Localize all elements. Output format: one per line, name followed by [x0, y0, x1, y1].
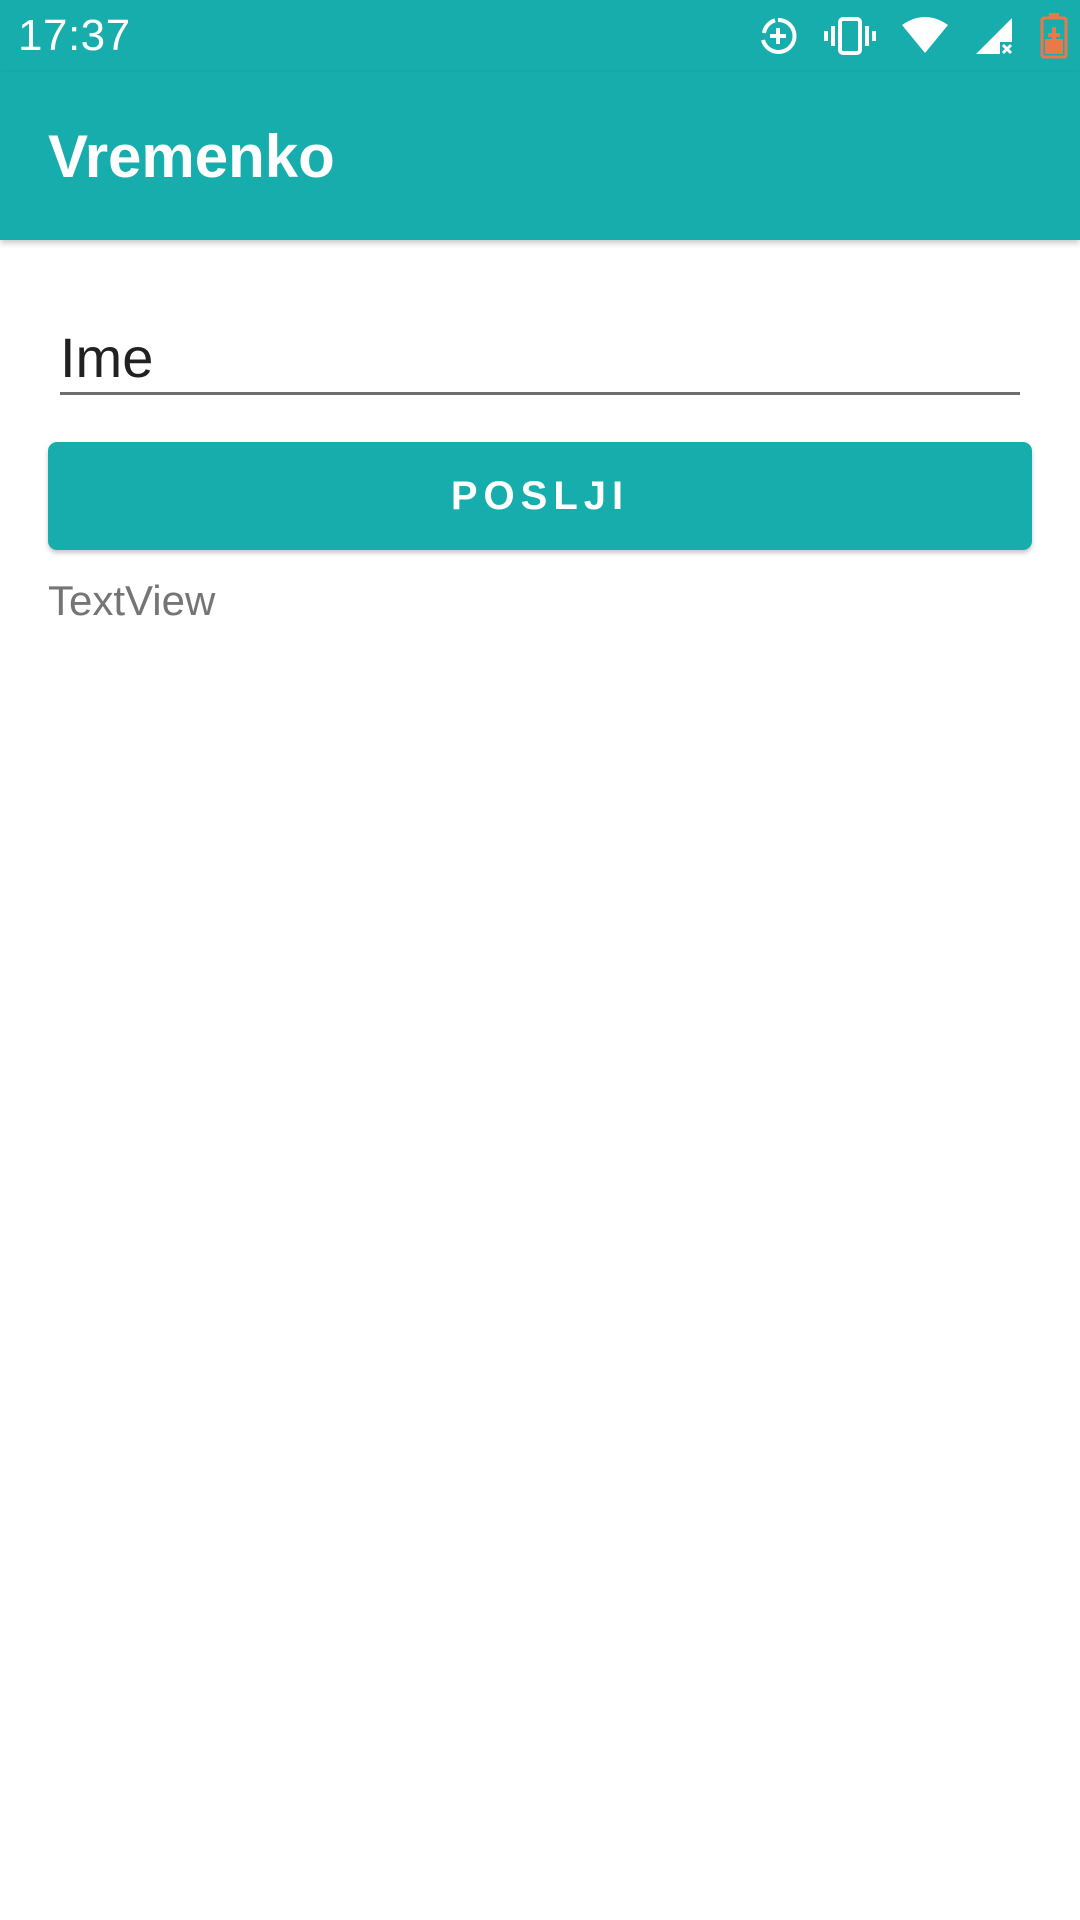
wifi-icon — [902, 17, 948, 55]
battery-charging-icon — [1040, 13, 1068, 59]
status-bar: 17:37 — [0, 0, 1080, 72]
data-saver-icon — [758, 16, 798, 56]
status-icons — [758, 12, 1068, 60]
app-title: Vremenko — [48, 123, 335, 190]
app-screen: 17:37 Vremenko Ime POSLJI TextView — [0, 0, 1080, 1920]
name-input[interactable] — [60, 322, 1020, 395]
send-button[interactable]: POSLJI — [48, 442, 1032, 550]
app-bar: Vremenko — [0, 72, 1080, 240]
main-content: POSLJI TextView — [0, 240, 1080, 1920]
result-text: TextView — [48, 577, 216, 624]
status-time: 17:37 — [18, 11, 131, 60]
vibrate-icon — [824, 16, 876, 56]
signal-no-data-icon — [974, 16, 1014, 56]
